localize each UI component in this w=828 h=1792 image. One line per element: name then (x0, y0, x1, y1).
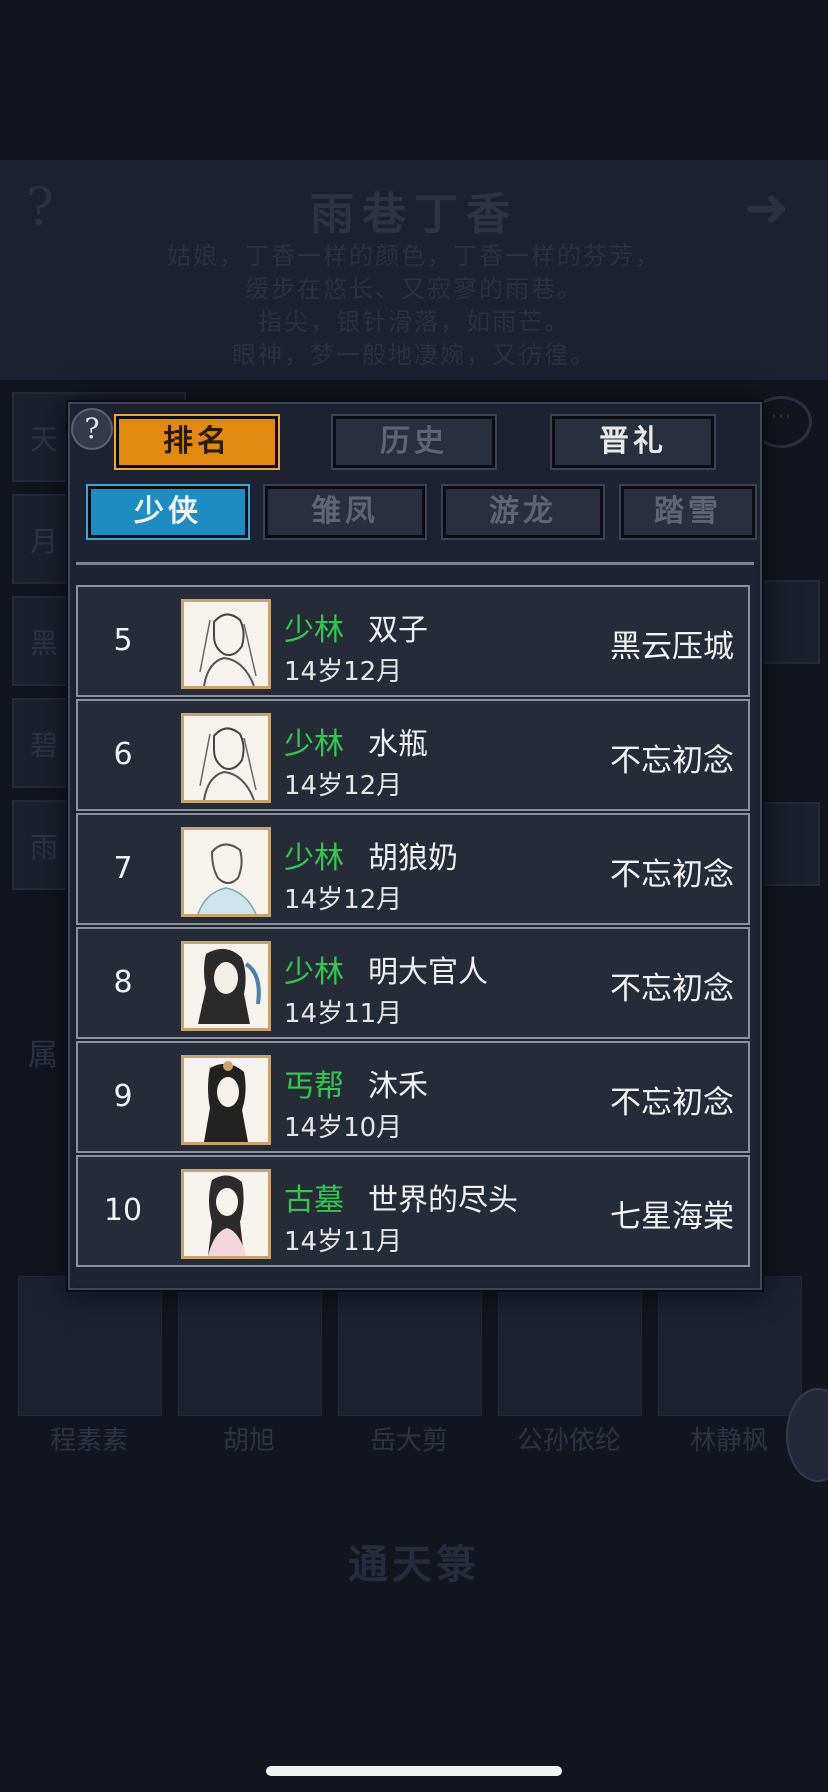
sect-label: 少林 (284, 955, 344, 990)
rank-number: 8 (113, 965, 133, 1000)
player-title: 七星海棠 (610, 1199, 734, 1235)
avatar[interactable] (181, 1169, 271, 1259)
character-portrait (658, 1276, 802, 1416)
avatar[interactable] (181, 1055, 271, 1145)
subtab-shaoxia[interactable]: 少侠 (86, 484, 250, 540)
side-menu-label: 雨 (30, 831, 59, 864)
subtab-youlong[interactable]: 游龙 (441, 484, 605, 540)
avatar[interactable] (181, 827, 271, 917)
player-age: 14岁12月 (284, 771, 403, 801)
player-age: 14岁12月 (284, 657, 403, 687)
rank-number: 7 (113, 851, 133, 886)
side-menu-label: 天 (30, 423, 59, 456)
player-name: 双子 (368, 613, 428, 648)
player-age: 14岁12月 (284, 885, 403, 915)
player-name: 胡狼奶 (368, 841, 458, 876)
player-age: 14岁10月 (284, 1113, 403, 1143)
home-indicator[interactable] (266, 1766, 562, 1776)
tab-ranking[interactable]: 排名 (114, 414, 280, 470)
ranking-row[interactable]: 8 少林 明大官人 14岁11月 不忘初念 (76, 927, 750, 1039)
rank-number: 6 (113, 737, 133, 772)
avatar[interactable] (181, 941, 271, 1031)
character-name: 胡旭 (222, 1426, 275, 1456)
character-portrait (338, 1276, 482, 1416)
portrait-names: 程素素 胡旭 岳大剪 公孙依纶 林静枫 (18, 1420, 818, 1460)
subtab-chufeng[interactable]: 雏凤 (263, 484, 427, 540)
player-title: 不忘初念 (610, 743, 734, 779)
bottom-title: 通天箓 (348, 1541, 480, 1588)
portrait-strip (18, 1276, 818, 1416)
help-icon[interactable]: ? (71, 408, 113, 450)
sect-label: 古墓 (284, 1183, 344, 1218)
character-portrait (498, 1276, 642, 1416)
avatar[interactable] (181, 599, 271, 689)
player-age: 14岁11月 (284, 999, 403, 1029)
player-age: 14岁11月 (284, 1227, 403, 1257)
player-title: 不忘初念 (610, 971, 734, 1007)
side-menu-label: 黑 (30, 627, 59, 660)
player-name: 沐禾 (368, 1069, 428, 1104)
sect-label: 少林 (284, 613, 344, 648)
attribute-label: 属 (28, 1038, 58, 1073)
player-name: 世界的尽头 (368, 1183, 518, 1218)
ranking-row[interactable]: 9 丐帮 沐禾 14岁10月 不忘初念 (76, 1041, 750, 1153)
poem-line: 眼神，梦一般地凄婉，又彷徨。 (232, 341, 596, 369)
sect-label: 少林 (284, 727, 344, 762)
rank-number: 10 (103, 1193, 143, 1228)
event-poem: 姑娘，丁香一样的颜色，丁香一样的芬芳， 缓步在悠长、又寂寥的雨巷。 指尖，银针滑… (0, 240, 828, 372)
tab-history[interactable]: 历史 (331, 414, 497, 470)
poem-line: 姑娘，丁香一样的颜色，丁香一样的芬芳， (167, 242, 661, 270)
tab-promotion[interactable]: 晋礼 (550, 414, 716, 470)
character-portrait (178, 1276, 322, 1416)
player-name: 水瓶 (368, 727, 428, 762)
avatar[interactable] (181, 713, 271, 803)
event-title: 雨巷丁香 (310, 189, 518, 240)
ranking-row[interactable]: 5 少林 双子 14岁12月 黑云压城 (76, 585, 750, 697)
player-title: 不忘初念 (610, 857, 734, 893)
sect-label: 少林 (284, 841, 344, 876)
character-name: 公孙依纶 (516, 1426, 621, 1456)
player-title: 不忘初念 (610, 1085, 734, 1121)
ranking-row[interactable]: 7 少林 胡狼奶 14岁12月 不忘初念 (76, 813, 750, 925)
character-name: 程素素 (49, 1426, 128, 1456)
character-portrait (18, 1276, 162, 1416)
ranking-row[interactable]: 10 古墓 世界的尽头 14岁11月 七星海棠 (76, 1155, 750, 1267)
ranking-list[interactable]: 5 少林 双子 14岁12月 黑云压城 6 少林 水瓶 14岁12月 不忘初念 … (76, 562, 754, 1285)
player-name: 明大官人 (368, 955, 488, 990)
subtab-taxue[interactable]: 踏雪 (619, 484, 757, 540)
side-menu-label: 碧 (30, 729, 59, 762)
character-name: 林静枫 (689, 1426, 768, 1456)
ranking-row[interactable]: 6 少林 水瓶 14岁12月 不忘初念 (76, 699, 750, 811)
rank-number: 5 (113, 623, 133, 658)
poem-line: 指尖，银针滑落，如雨芒。 (258, 308, 570, 336)
poem-line: 缓步在悠长、又寂寥的雨巷。 (245, 275, 583, 303)
character-name: 岳大剪 (369, 1426, 448, 1456)
player-title: 黑云压城 (610, 629, 734, 665)
side-menu-label: 月 (30, 525, 59, 558)
rank-number: 9 (113, 1079, 133, 1114)
sect-label: 丐帮 (284, 1069, 344, 1104)
